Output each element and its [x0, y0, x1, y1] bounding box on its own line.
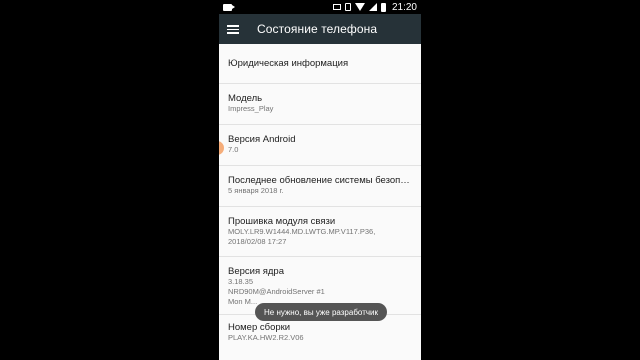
status-time: 21:20	[391, 1, 417, 13]
item-title: Номер сборки	[228, 322, 291, 333]
item-subtitle: PLAY.KA.HW2.R2.V06	[228, 333, 304, 342]
battery-icon	[380, 2, 386, 12]
item-title: Прошивка модуля связи	[228, 216, 336, 227]
list-item-legal-info[interactable]: Юридическая информация	[219, 44, 421, 84]
video-recording-icon	[223, 3, 235, 11]
item-title: Версия ядра	[228, 266, 284, 277]
phone-screen: 21:20 Состояние телефона Юридическая инф…	[219, 0, 421, 360]
list-item-build-number[interactable]: Номер сборки PLAY.KA.HW2.R2.V06	[219, 315, 421, 359]
page-title: Состояние телефона	[257, 22, 378, 36]
item-subtitle: MOLY.LR9.W1444.MD.LWTG.MP.V117.P36, 2018…	[228, 227, 376, 246]
list-item-baseband-version[interactable]: Прошивка модуля связи MOLY.LR9.W1444.MD.…	[219, 207, 421, 257]
status-bar: 21:20	[219, 0, 421, 14]
list-item-security-update[interactable]: Последнее обновление системы безопасн.. …	[219, 166, 421, 207]
nfc-icon	[344, 3, 351, 11]
signal-icon	[368, 3, 377, 11]
list-item-android-version[interactable]: Версия Android 7.0	[219, 125, 421, 166]
list-item-model[interactable]: Модель Impress_Play	[219, 84, 421, 125]
item-title: Последнее обновление системы безопасн..	[228, 175, 412, 186]
hamburger-menu-icon[interactable]	[227, 24, 239, 34]
item-subtitle: Impress_Play	[228, 104, 274, 113]
app-bar: Состояние телефона	[219, 14, 421, 44]
wifi-icon	[354, 3, 365, 11]
item-title: Юридическая информация	[228, 58, 349, 69]
item-subtitle: 5 января 2018 г.	[228, 186, 284, 195]
item-title: Модель	[228, 93, 263, 104]
cast-icon	[332, 4, 341, 10]
toast-message: Не нужно, вы уже разработчик	[255, 303, 387, 321]
item-subtitle: 7.0	[228, 145, 239, 154]
item-title: Версия Android	[228, 134, 296, 145]
